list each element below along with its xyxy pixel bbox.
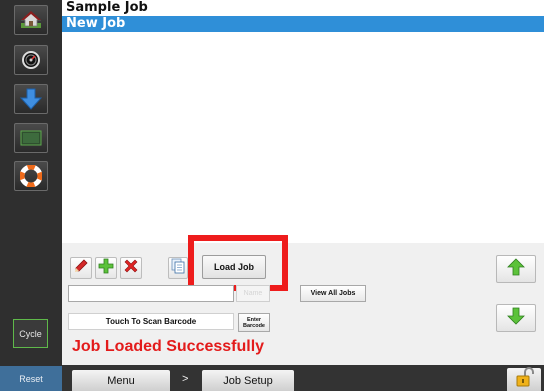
enter-barcode-line2: Barcode [242,322,265,329]
move-down-button[interactable] [496,304,536,332]
screen-button[interactable] [14,123,48,153]
pencil-icon [73,258,89,279]
scan-barcode-field[interactable]: Touch To Scan Barcode [68,313,234,330]
job-setup-breadcrumb[interactable]: Job Setup [202,370,294,391]
cycle-button[interactable]: Cycle [13,319,48,348]
enter-barcode-button[interactable]: Enter Barcode [238,313,270,332]
lock-button[interactable] [507,367,541,391]
lifebuoy-icon [20,165,42,187]
menu-button[interactable]: Menu [72,370,170,391]
down-arrow-icon [507,307,525,330]
status-message: Job Loaded Successfully [72,338,265,355]
job-name-input[interactable] [68,285,234,302]
sidebar: Cycle Reset [0,0,62,391]
home-icon [19,10,43,30]
down-arrow-icon [19,88,43,110]
x-icon [123,258,139,279]
gauge-icon [21,50,41,70]
up-arrow-icon [507,257,525,281]
padlock-icon [513,367,535,391]
name-button-label: Name [243,290,263,297]
help-button[interactable] [14,161,48,191]
breadcrumb-separator: > [182,373,189,385]
reset-label: Reset [19,373,43,384]
download-button[interactable] [14,84,48,114]
job-list-item-selected[interactable]: New Job [62,16,544,32]
copy-icon [171,258,185,279]
bottom-nav-bar: Menu > Job Setup [62,365,544,391]
job-control-panel: Load Job Name View All Jobs Touch To Sca… [62,235,544,365]
copy-job-button[interactable] [168,257,188,279]
scan-barcode-label: Touch To Scan Barcode [105,317,197,326]
reset-button[interactable]: Reset [0,366,62,391]
delete-job-button[interactable] [120,257,142,279]
view-all-jobs-button[interactable]: View All Jobs [300,285,366,302]
highlight-box [188,235,288,291]
job-setup-label: Job Setup [223,374,273,387]
plus-icon [98,258,114,279]
cycle-label: Cycle [19,328,42,339]
add-job-button[interactable] [95,257,117,279]
monitor-icon [19,128,43,148]
home-button[interactable] [14,5,48,35]
view-all-jobs-label: View All Jobs [310,290,356,297]
edit-job-button[interactable] [70,257,92,279]
job-list-item[interactable]: Sample Job [62,0,544,16]
dashboard-button[interactable] [14,45,48,75]
menu-label: Menu [107,374,135,387]
job-list[interactable]: Sample Job New Job [62,0,544,243]
name-button[interactable]: Name [236,285,270,302]
move-up-button[interactable] [496,255,536,283]
